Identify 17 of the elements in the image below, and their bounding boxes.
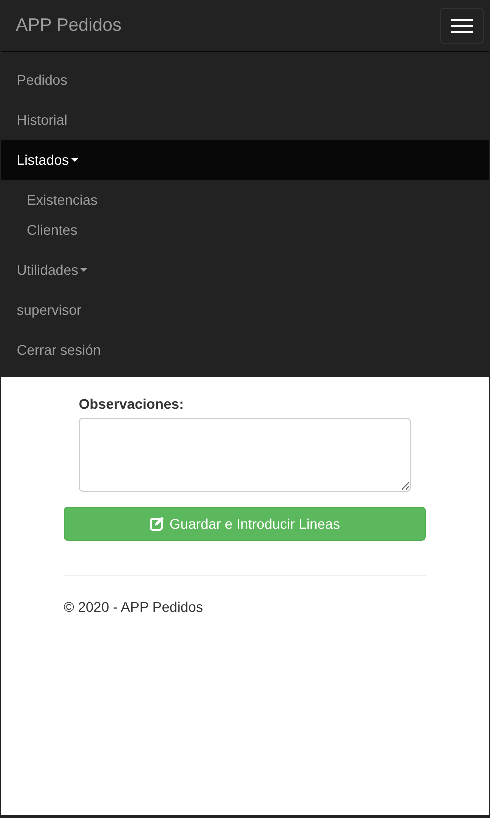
brand[interactable]: APP Pedidos xyxy=(16,12,122,39)
caret-icon xyxy=(80,268,88,272)
edit-icon xyxy=(150,517,164,531)
field-label: Observaciones: xyxy=(79,395,186,414)
menu-icon xyxy=(451,18,473,32)
nav-link[interactable]: supervisor xyxy=(1,290,489,330)
dropdown-item[interactable]: Existencias xyxy=(1,185,489,215)
nav-link[interactable]: Historial xyxy=(1,100,489,140)
observations-field[interactable] xyxy=(79,418,411,492)
dropdown-toggle[interactable]: Listados xyxy=(1,140,489,180)
menu-button[interactable] xyxy=(440,8,484,44)
footer-text: © 2020 - APP Pedidos xyxy=(64,598,204,617)
caret-icon xyxy=(71,158,80,162)
nav-link[interactable]: Cerrar sesión xyxy=(1,330,489,370)
nav-link[interactable]: Pedidos xyxy=(1,60,489,100)
dropdown-toggle[interactable]: Utilidades xyxy=(1,250,489,290)
dropdown-item[interactable]: Clientes xyxy=(1,215,489,245)
